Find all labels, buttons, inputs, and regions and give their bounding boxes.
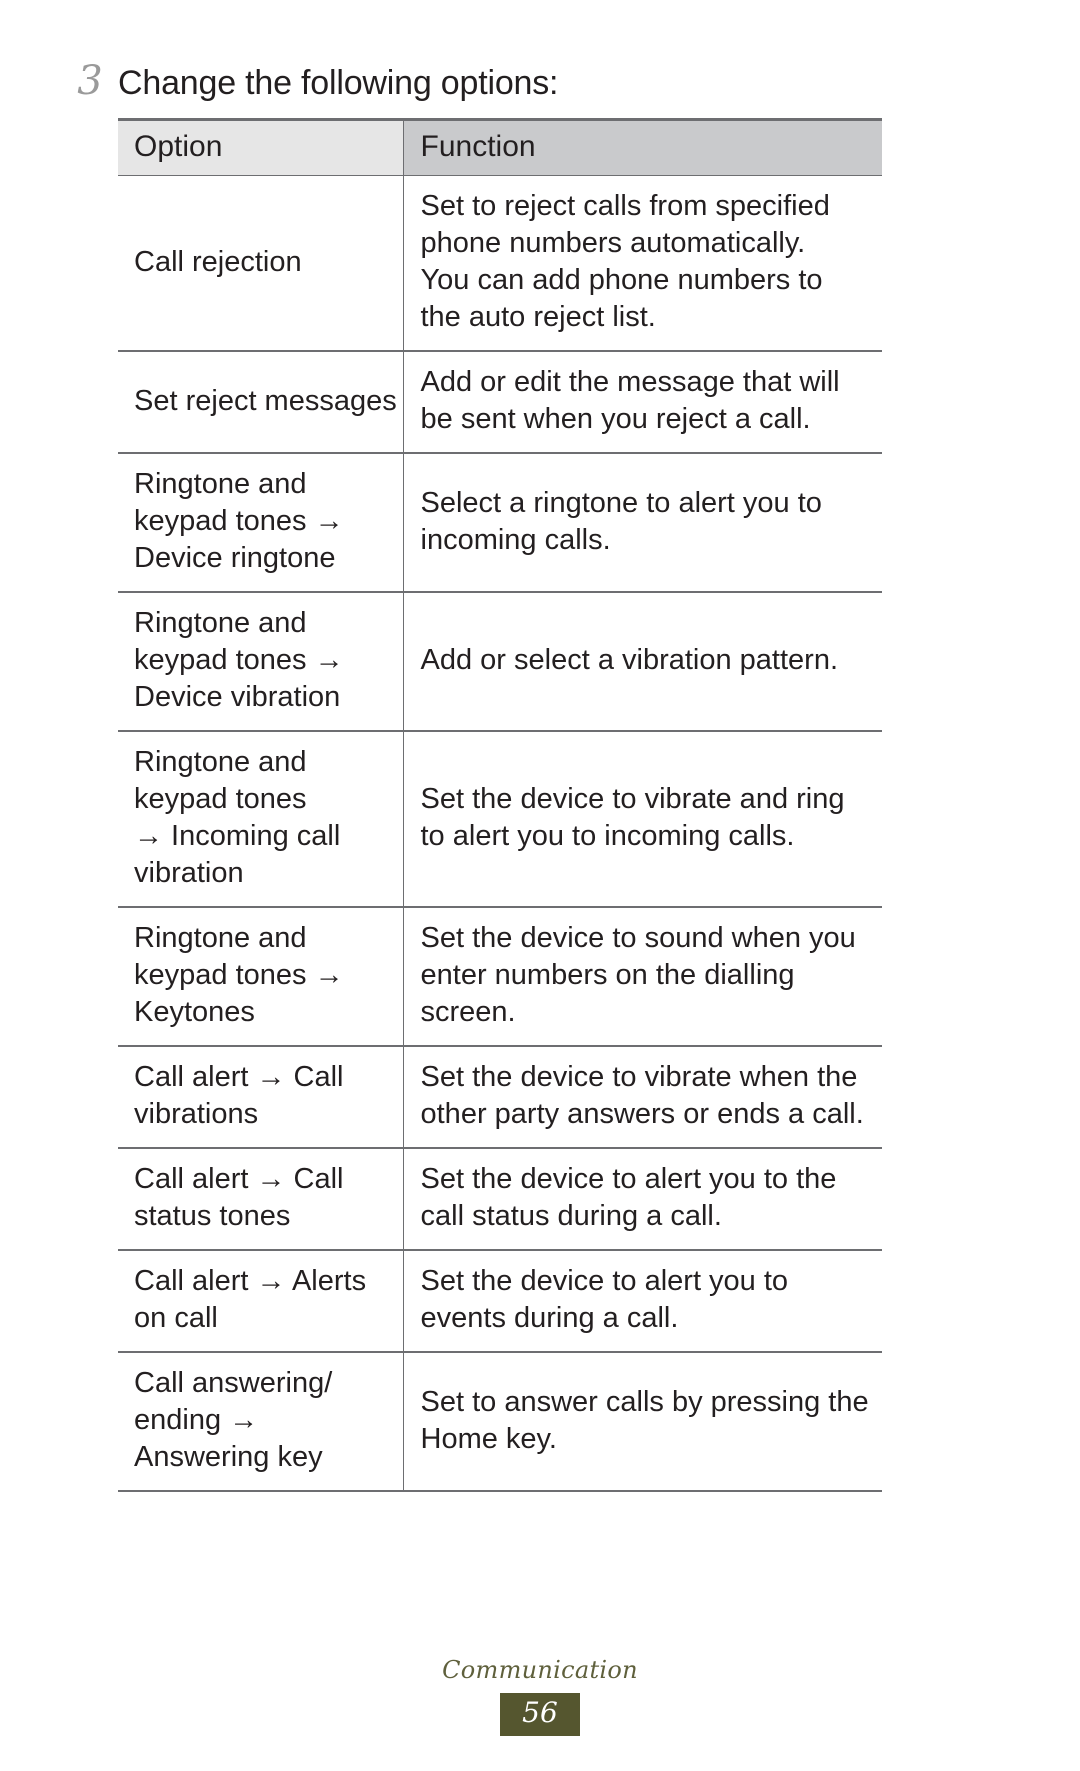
table-header: Option Function bbox=[118, 118, 882, 176]
option-line: keypad tones bbox=[134, 783, 307, 815]
function-line: Set the device to sound when you bbox=[420, 922, 856, 954]
function-line: Select a ringtone to alert you to bbox=[420, 486, 822, 519]
cell-function: Add or select a vibration pattern. bbox=[402, 592, 882, 732]
cell-option: Ringtone and keypad tones → Device vibrati… bbox=[118, 592, 403, 732]
option-line: Set reject messages bbox=[134, 384, 397, 417]
option-line: on call bbox=[134, 1302, 218, 1334]
function-line: Set the device to alert you to the bbox=[420, 1163, 837, 1195]
option-line: Call rejection bbox=[134, 245, 302, 278]
option-line: Ringtone and bbox=[134, 922, 307, 954]
option-line: vibration bbox=[134, 857, 244, 889]
option-line: Call answering/ bbox=[134, 1367, 333, 1399]
function-line: to alert you to incoming calls. bbox=[420, 820, 795, 852]
function-line: screen. bbox=[420, 996, 516, 1028]
table-row: Call rejection Set to reject calls from s… bbox=[118, 175, 882, 352]
table-row: Call alert → Alerts on call Set the device… bbox=[118, 1250, 882, 1353]
footer-section-title: Communication bbox=[442, 1656, 638, 1684]
table-row: Ringtone and keypad tones → Keytones Set th… bbox=[118, 907, 882, 1047]
options-table: Option Function Call rejection Set to rej… bbox=[118, 118, 882, 1492]
column-header-option: Option bbox=[118, 118, 403, 176]
option-line: keypad tones → bbox=[134, 505, 344, 537]
step-heading: 3 Change the following options: bbox=[0, 56, 1080, 116]
option-line: vibrations bbox=[134, 1098, 259, 1130]
function-line: Set the device to vibrate when the bbox=[420, 1061, 858, 1093]
table-row: Ringtone and keypad tones → Incoming call v… bbox=[118, 731, 882, 908]
cell-function: Add or edit the message that will be sent… bbox=[402, 351, 882, 454]
table-row: Ringtone and keypad tones → Device vibrati… bbox=[118, 592, 882, 732]
table-row: Set reject messages Add or edit the messa… bbox=[118, 351, 882, 454]
function-line: events during a call. bbox=[420, 1302, 679, 1334]
cell-function: Set the device to vibrate when the other … bbox=[402, 1046, 882, 1149]
column-header-function: Function bbox=[402, 118, 882, 176]
option-line: → Incoming call bbox=[134, 820, 341, 852]
function-line: the auto reject list. bbox=[420, 301, 656, 333]
cell-option: Ringtone and keypad tones → Incoming call v… bbox=[118, 731, 403, 908]
table-header-row: Option Function bbox=[118, 118, 882, 176]
function-line: Add or select a vibration pattern. bbox=[420, 644, 839, 676]
option-line: Answering key bbox=[134, 1441, 323, 1473]
function-line: Set the device to alert you to bbox=[420, 1265, 789, 1297]
option-line: Device ringtone bbox=[134, 542, 336, 574]
option-line: Ringtone and bbox=[134, 746, 307, 778]
cell-option: Call alert → Call status tones bbox=[118, 1148, 403, 1251]
option-line: Keytones bbox=[134, 996, 255, 1028]
option-line: keypad tones → bbox=[134, 959, 344, 991]
option-line: Call alert → Call bbox=[134, 1061, 344, 1093]
option-line: Call alert → Alerts bbox=[134, 1265, 367, 1297]
table-row: Call alert → Call status tones Set the dev… bbox=[118, 1148, 882, 1251]
option-line: ending → bbox=[134, 1404, 259, 1436]
cell-option: Set reject messages bbox=[118, 351, 403, 454]
function-line: incoming calls. bbox=[420, 523, 611, 556]
option-line: Ringtone and bbox=[134, 607, 307, 639]
cell-function: Select a ringtone to alert you to incomin… bbox=[402, 453, 882, 593]
cell-option: Call alert → Alerts on call bbox=[118, 1250, 403, 1353]
page-footer: Communication 56 bbox=[0, 1655, 1080, 1736]
cell-function: Set the device to sound when you enter nu… bbox=[402, 907, 882, 1047]
function-line: Add or edit the message that will bbox=[420, 366, 840, 398]
cell-function: Set to answer calls by pressing the Home … bbox=[402, 1352, 882, 1492]
page-number-badge: 56 bbox=[500, 1693, 580, 1736]
step-instruction-text: Change the following options: bbox=[118, 64, 559, 102]
function-line: Set the device to vibrate and ring bbox=[420, 783, 845, 815]
cell-function: Set to reject calls from specified phone … bbox=[402, 175, 882, 352]
function-line: enter numbers on the dialling bbox=[420, 959, 795, 991]
cell-function: Set the device to alert you to the call s… bbox=[402, 1148, 882, 1251]
cell-option: Ringtone and keypad tones → Device rington… bbox=[118, 453, 403, 593]
cell-option: Ringtone and keypad tones → Keytones bbox=[118, 907, 403, 1047]
function-line: Set to answer calls by pressing the bbox=[420, 1385, 869, 1418]
function-line: other party answers or ends a call. bbox=[420, 1098, 864, 1130]
option-line: keypad tones → bbox=[134, 644, 344, 676]
table-body: Call rejection Set to reject calls from s… bbox=[118, 175, 882, 1492]
cell-option: Call rejection bbox=[118, 175, 403, 352]
function-line: Home key. bbox=[420, 1422, 557, 1455]
option-line: Ringtone and bbox=[134, 468, 307, 500]
option-line: Device vibration bbox=[134, 681, 341, 713]
cell-function: Set the device to vibrate and ring to ale… bbox=[402, 731, 882, 908]
step-number: 3 bbox=[77, 58, 103, 104]
function-line: phone numbers automatically. bbox=[420, 227, 806, 259]
table-row: Ringtone and keypad tones → Device rington… bbox=[118, 453, 882, 593]
function-line: call status during a call. bbox=[420, 1200, 722, 1232]
option-line: Call alert → Call bbox=[134, 1163, 344, 1195]
cell-option: Call answering/ending → Answering key bbox=[118, 1352, 403, 1492]
table-row: Call alert → Call vibrations Set the devic… bbox=[118, 1046, 882, 1149]
function-line: be sent when you reject a call. bbox=[420, 403, 811, 435]
cell-option: Call alert → Call vibrations bbox=[118, 1046, 403, 1149]
option-line: status tones bbox=[134, 1200, 291, 1232]
table-row: Call answering/ending → Answering key Set … bbox=[118, 1352, 882, 1492]
function-line: You can add phone numbers to bbox=[420, 264, 823, 296]
cell-function: Set the device to alert you to events dur… bbox=[402, 1250, 882, 1353]
function-line: Set to reject calls from specified bbox=[420, 190, 830, 222]
